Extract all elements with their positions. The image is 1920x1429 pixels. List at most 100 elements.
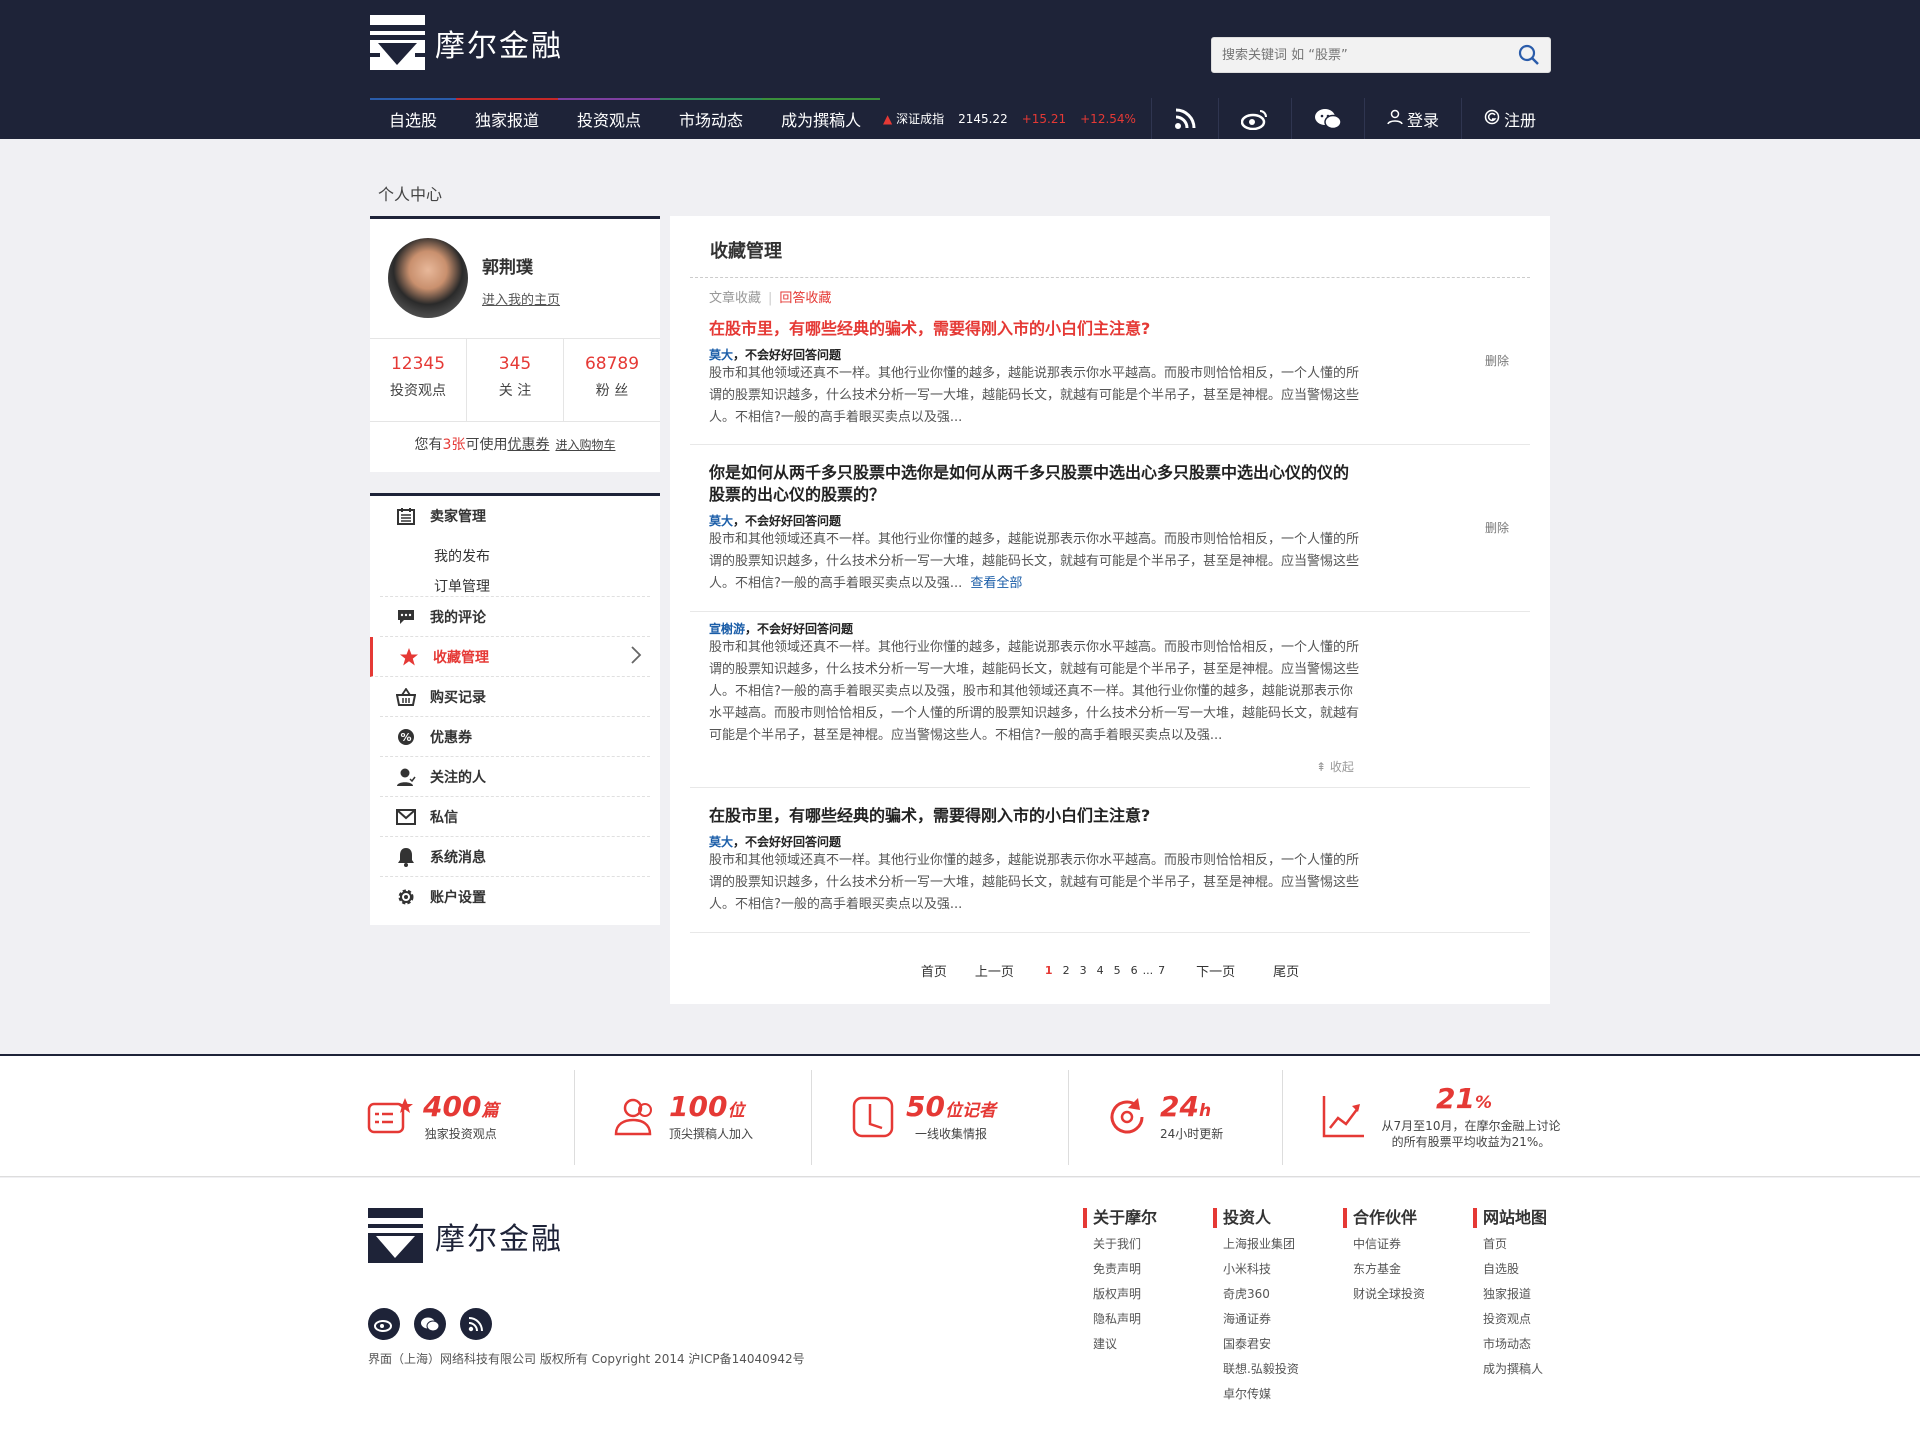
nav-watchlist[interactable]: 自选股 (370, 98, 457, 139)
nav-market[interactable]: 市场动态 (660, 98, 763, 139)
rss-icon[interactable] (460, 1308, 492, 1340)
footer-link[interactable]: 版权声明 (1093, 1286, 1193, 1303)
site-logo[interactable]: 摩尔金融 (370, 15, 563, 70)
footer-link[interactable]: 卓尔传媒 (1223, 1386, 1323, 1403)
footer-link[interactable]: 自选股 (1483, 1261, 1583, 1278)
weibo-icon[interactable] (368, 1308, 400, 1340)
page-number[interactable]: 2 (1063, 964, 1070, 977)
coupon-link[interactable]: 优惠券 (507, 437, 549, 453)
nav-exclusive[interactable]: 独家报道 (456, 98, 559, 139)
person-icon (396, 767, 416, 787)
stat-fans[interactable]: 68789 粉 丝 (564, 339, 660, 421)
register-button[interactable]: 注册 (1461, 98, 1558, 139)
sidebar-item-favorites[interactable]: 收藏管理 (370, 637, 650, 677)
footer-link[interactable]: 首页 (1483, 1236, 1583, 1253)
author-tagline: ，不会好好回答问题 (733, 514, 842, 528)
footer-link[interactable]: 市场动态 (1483, 1336, 1583, 1353)
tab-article-favorites[interactable]: 文章收藏 (709, 291, 761, 306)
sidebar-item-settings[interactable]: 账户设置 (380, 877, 650, 917)
login-button[interactable]: 登录 (1364, 98, 1461, 139)
sidebar-item-seller[interactable]: 卖家管理 (380, 496, 650, 536)
page-number[interactable]: 5 (1114, 964, 1121, 977)
footer-link[interactable]: 国泰君安 (1223, 1336, 1323, 1353)
feature-item: 50位记者 一线收集情报 (850, 1056, 996, 1177)
feature-item: 21% 从7月至10月，在摩尔金融上讨论的所有股票平均收益为21%。 (1320, 1056, 1566, 1177)
page-last[interactable]: 尾页 (1273, 961, 1299, 980)
basket-icon (396, 687, 416, 707)
my-homepage-link[interactable]: 进入我的主页 (482, 289, 560, 308)
tab-answer-favorites[interactable]: 回答收藏 (779, 291, 831, 306)
page-number[interactable]: 6 (1131, 964, 1138, 977)
svg-text:%: % (400, 731, 411, 744)
footer-logo[interactable]: 摩尔金融 (368, 1208, 563, 1263)
page-number[interactable]: 4 (1097, 964, 1104, 977)
nav-become-writer[interactable]: 成为撰稿人 (762, 98, 881, 139)
delete-button[interactable]: 删除 (1485, 519, 1509, 536)
page-first[interactable]: 首页 (921, 961, 947, 980)
footer-link[interactable]: 小米科技 (1223, 1261, 1323, 1278)
author-link[interactable]: 莫大 (709, 348, 733, 362)
footer-link[interactable]: 东方基金 (1353, 1261, 1453, 1278)
page-number[interactable]: 1 (1045, 964, 1053, 977)
wechat-icon[interactable] (1291, 98, 1364, 139)
footer-link[interactable]: 上海报业集团 (1223, 1236, 1323, 1253)
search-icon[interactable] (1518, 44, 1540, 66)
cart-link[interactable]: 进入购物车 (555, 438, 615, 452)
sidebar-item-label: 关注的人 (430, 769, 486, 786)
weibo-icon[interactable] (1218, 98, 1291, 139)
collapse-button[interactable]: ⇞ 收起 (1316, 758, 1354, 775)
sidebar-item-system[interactable]: 系统消息 (380, 837, 650, 877)
favorite-excerpt: 股市和其他领域还真不一样。其他行业你懂的越多，越能说那表示你水平越高。而股市则恰… (709, 366, 1360, 425)
footer-link[interactable]: 成为撰稿人 (1483, 1361, 1583, 1378)
footer-col-title: 合作伙伴 (1343, 1208, 1453, 1228)
page-number[interactable]: 7 (1158, 964, 1165, 977)
footer-link[interactable]: 关于我们 (1093, 1236, 1193, 1253)
footer-link[interactable]: 隐私声明 (1093, 1311, 1193, 1328)
sidebar-item-coupons[interactable]: % 优惠券 (380, 717, 650, 757)
author-link[interactable]: 宣榭游 (709, 622, 745, 636)
page-number[interactable]: 3 (1080, 964, 1087, 977)
coupon-icon: % (396, 727, 416, 747)
footer-link[interactable]: 建议 (1093, 1336, 1193, 1353)
author-link[interactable]: 莫大 (709, 835, 733, 849)
favorite-title[interactable]: 在股市里，有哪些经典的骗术，需要得刚入市的小白们主注意? (709, 805, 1349, 827)
panel-title: 收藏管理 (710, 241, 782, 262)
features-strip: 400篇 独家投资观点 100位 顶尖撰稿人加入 50位记者 一线收集情报 24… (0, 1056, 1920, 1177)
divider (690, 444, 1530, 445)
favorite-title[interactable]: 在股市里，有哪些经典的骗术，需要得刚入市的小白们主注意? (709, 318, 1349, 340)
page-next[interactable]: 下一页 (1196, 961, 1235, 980)
sidebar-item-purchases[interactable]: 购买记录 (380, 677, 650, 717)
sidebar-item-my-posts[interactable]: 我的发布 (434, 546, 490, 566)
footer-link[interactable]: 中信证券 (1353, 1236, 1453, 1253)
author-link[interactable]: 莫大 (709, 514, 733, 528)
stat-following[interactable]: 345 关 注 (467, 339, 564, 421)
wechat-icon[interactable] (414, 1308, 446, 1340)
footer-link[interactable]: 财说全球投资 (1353, 1286, 1453, 1303)
footer-link[interactable]: 独家报道 (1483, 1286, 1583, 1303)
avatar[interactable] (388, 238, 468, 318)
footer-link[interactable]: 投资观点 (1483, 1311, 1583, 1328)
refresh-icon (1104, 1094, 1150, 1140)
footer-link[interactable]: 免责声明 (1093, 1261, 1193, 1278)
page-prev[interactable]: 上一页 (975, 961, 1014, 980)
feature-desc: 从7月至10月，在摩尔金融上讨论的所有股票平均收益为21%。 (1381, 1118, 1561, 1149)
search-input[interactable] (1212, 38, 1502, 72)
stat-opinions[interactable]: 12345 投资观点 (370, 339, 467, 421)
delete-button[interactable]: 删除 (1485, 352, 1509, 369)
favorite-title[interactable]: 你是如何从两千多只股票中选你是如何从两千多只股票中选出心多只股票中选出心仪的仪的… (709, 462, 1349, 506)
footer-link[interactable]: 联想.弘毅投资 (1223, 1361, 1323, 1378)
clock-icon (850, 1094, 896, 1140)
chevron-right-icon (630, 645, 642, 669)
logo-text: 摩尔金融 (435, 28, 563, 64)
page-ellipsis: ... (1142, 964, 1154, 977)
sidebar-item-comments[interactable]: 我的评论 (380, 597, 650, 637)
nav-opinions[interactable]: 投资观点 (558, 98, 661, 139)
sidebar-item-following[interactable]: 关注的人 (380, 757, 650, 797)
footer-link[interactable]: 奇虎360 (1223, 1286, 1323, 1303)
bell-icon (396, 847, 416, 867)
coupon-text: 您有 (414, 437, 443, 453)
sidebar-item-messages[interactable]: 私信 (380, 797, 650, 837)
footer-link[interactable]: 海通证券 (1223, 1311, 1323, 1328)
rss-icon[interactable] (1151, 98, 1218, 139)
view-all-link[interactable]: 查看全部 (970, 576, 1022, 591)
